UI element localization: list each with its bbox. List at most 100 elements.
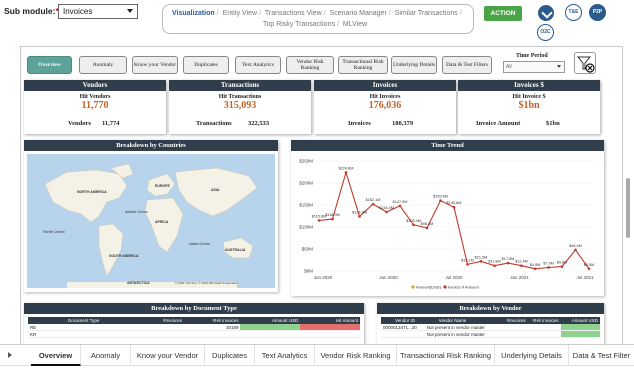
tab-vendor-risk-ranking[interactable]: Vendor Risk Ranking xyxy=(315,345,397,366)
tab-overview[interactable]: Overview xyxy=(31,345,81,366)
data-label: $4.9M xyxy=(530,263,541,267)
map-label: AFRICA xyxy=(155,220,169,224)
map-label: Atlantic Ocean xyxy=(125,210,148,214)
kpi-line-value: $1bn xyxy=(546,120,560,127)
trend-chart[interactable]: $0M $50M $100M $150M $200M $250M $115.8M $118.0… xyxy=(293,153,602,293)
data-label: $17.8M xyxy=(502,257,515,261)
data-point xyxy=(520,264,523,268)
kpi-big: 11,770 xyxy=(81,100,109,111)
download-icon[interactable] xyxy=(538,5,554,21)
view-mlview[interactable]: MLView xyxy=(343,21,367,28)
data-label: $145.6M xyxy=(447,201,462,205)
view-scenario-manager[interactable]: Scenario Manager xyxy=(330,10,387,17)
data-label: $152.1M xyxy=(366,198,381,202)
kpi-invoices: Invoices Hit Invoices 176,036 Invoices 1… xyxy=(314,80,456,134)
data-point xyxy=(439,199,442,202)
x-tick-label: Jan 2021 xyxy=(510,275,529,280)
data-label: $12.4M xyxy=(515,260,528,264)
submodule-select[interactable]: Invoices xyxy=(58,4,138,19)
data-label: $98.4M xyxy=(421,222,434,226)
kpi-line-label: Transactions xyxy=(196,120,232,127)
top-bar: Sub module:* Invoices Visualization/ Ent… xyxy=(0,0,634,44)
x-tick-label: Jul 2020 xyxy=(445,275,463,280)
data-point xyxy=(331,217,334,221)
map-panel: Breakdown by Countries NORTH AMERICA SOU… xyxy=(24,140,278,292)
filter-btn-data-test[interactable]: Data & Test Filters xyxy=(442,56,492,74)
te-button[interactable]: T&E xyxy=(565,4,582,21)
kpi-vendors: Vendors Hit Vendors 11,770 Vendors 11,77… xyxy=(24,80,166,134)
view-switcher: Visualization / Entity View / Transactions… xyxy=(162,4,474,34)
filter-btn-text-analytics[interactable]: Text Analytics xyxy=(235,56,281,74)
tab-underlying-details[interactable]: Underlying Details xyxy=(495,345,569,366)
data-label: $7.9M xyxy=(543,261,554,265)
data-label: $134.4M xyxy=(379,206,394,210)
data-label: $115.8M xyxy=(312,214,327,218)
kpi-title: Vendors xyxy=(24,80,166,91)
amount-bar xyxy=(560,324,600,330)
world-map[interactable]: NORTH AMERICA SOUTH AMERICA EUROPE AFRIC… xyxy=(27,154,275,288)
data-point xyxy=(493,264,496,268)
table-row[interactable]: Not present in vendor master xyxy=(381,331,600,338)
action-button[interactable]: ACTION xyxy=(484,6,522,21)
filter-btn-vendor-risk[interactable]: Vendor Risk Ranking xyxy=(286,56,334,74)
time-period-select[interactable]: All xyxy=(503,61,565,73)
kpi-big: $1bn xyxy=(518,100,540,111)
x-tick-label: Jul 2021 xyxy=(576,275,594,280)
data-point xyxy=(479,260,483,263)
amount-bar xyxy=(240,324,301,330)
map-label: SOUTH AMERICA xyxy=(109,254,139,258)
filter-btn-know-vendor[interactable]: Know your Vendor xyxy=(132,56,178,74)
kpi-line-value: 180,379 xyxy=(392,120,414,127)
map-credit: © 2021 TomTom, © 2021 Microsoft Corporat… xyxy=(175,281,238,285)
tab-scroll-left-icon[interactable] xyxy=(8,352,12,358)
tab-transactional-risk-ranking[interactable]: Transactional Risk Ranking xyxy=(397,345,495,366)
table-row[interactable]: RE 30169 xyxy=(28,324,360,331)
doc-type-table: Document Type #Invoices #Hit Invoices Am… xyxy=(28,317,360,338)
table-row[interactable]: KR xyxy=(28,331,360,338)
amount-bar xyxy=(560,331,600,337)
data-point xyxy=(371,202,375,206)
y-tick-label: $150M xyxy=(299,203,313,208)
map-label: AUSTRALIA xyxy=(225,248,246,252)
vertical-scrollbar[interactable] xyxy=(625,48,631,338)
view-entity[interactable]: Entity View xyxy=(223,10,258,17)
view-transactions[interactable]: Transactions View xyxy=(265,10,322,17)
kpi-line-value: 11,774 xyxy=(102,120,120,127)
hit-amount-bar xyxy=(300,324,360,330)
doc-type-title: Breakdown by Document Type xyxy=(24,303,364,314)
filter-btn-underlying[interactable]: Underlying Details xyxy=(391,56,437,74)
vendor-panel: Breakdown by Vendor Vendor ID Vendor Nam… xyxy=(377,303,604,347)
filter-btn-transactional-risk[interactable]: Transactional Risk Ranking xyxy=(338,56,388,74)
view-similar-transactions[interactable]: Similar Transactions xyxy=(395,10,458,17)
filter-btn-anomaly[interactable]: Anomaly xyxy=(79,56,127,74)
data-point xyxy=(452,205,456,209)
tab-anomaly[interactable]: Anomaly xyxy=(81,345,131,366)
tab-data-test-filter[interactable]: Data & Test Filter xyxy=(569,345,634,366)
kpi-invoices-amount: Invoices $ Hit Invoice $ $1bn Invoice Am… xyxy=(458,80,600,134)
vendor-table: Vendor ID Vendor Name #Invoices #Hit Inv… xyxy=(381,317,600,338)
map-title: Breakdown by Countries xyxy=(24,140,278,151)
p2p-button[interactable]: P2P xyxy=(589,4,606,21)
y-tick-label: $250M xyxy=(299,159,313,164)
map-label: ANTARCTICA xyxy=(127,281,150,285)
table-row[interactable]: 0000013471...20 Not present in vendor ma… xyxy=(381,324,600,331)
data-point xyxy=(358,215,361,218)
filter-btn-duplicates[interactable]: Duplicates xyxy=(183,56,229,74)
data-label: $5.5M xyxy=(584,263,595,267)
filter-btn-overview[interactable]: Overview xyxy=(27,56,72,74)
view-visualization[interactable]: Visualization xyxy=(172,10,215,17)
data-point xyxy=(466,263,469,266)
view-top-risky[interactable]: Top Risky Transactions xyxy=(263,21,335,28)
clear-filter-icon[interactable] xyxy=(574,52,596,74)
tab-text-analytics[interactable]: Text Analytics xyxy=(255,345,315,366)
data-point xyxy=(317,219,321,222)
tab-know-your-vendor[interactable]: Know your Vendor xyxy=(131,345,205,366)
o2c-button[interactable]: O2C xyxy=(537,24,554,41)
data-label: $15.1M xyxy=(461,258,474,262)
y-tick-label: $50M xyxy=(302,247,314,252)
kpi-title: Invoices xyxy=(314,80,456,91)
kpi-transactions: Transactions Hit Transactions 315,093 Tr… xyxy=(169,80,311,134)
scrollbar-thumb[interactable] xyxy=(626,178,630,238)
data-label: $118.0M xyxy=(325,213,340,217)
tab-duplicates[interactable]: Duplicates xyxy=(205,345,255,366)
